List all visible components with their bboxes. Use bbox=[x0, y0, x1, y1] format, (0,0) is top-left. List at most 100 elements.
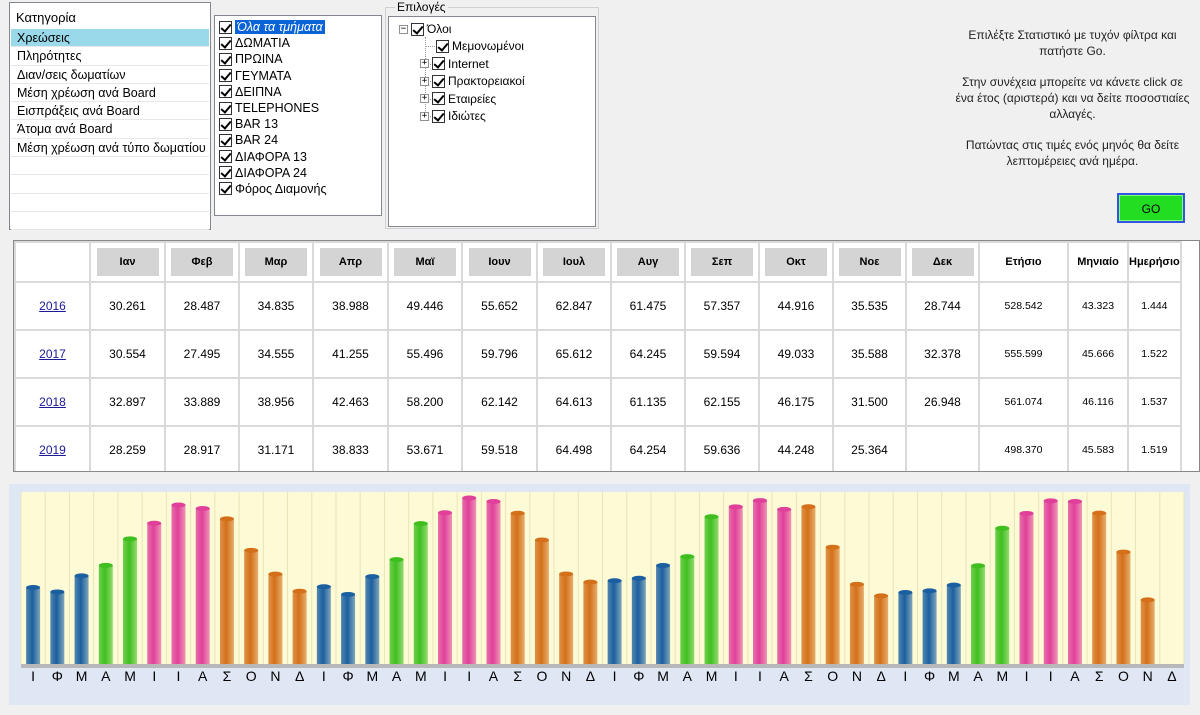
bar[interactable] bbox=[316, 586, 331, 664]
bar[interactable] bbox=[171, 505, 186, 664]
checkbox[interactable] bbox=[219, 69, 232, 83]
value-cell[interactable]: 59.594 bbox=[684, 329, 760, 379]
expand-icon[interactable]: + bbox=[420, 111, 429, 121]
checkbox[interactable] bbox=[219, 52, 232, 66]
bar[interactable] bbox=[195, 508, 210, 664]
year-link[interactable]: 2017 bbox=[39, 347, 66, 361]
value-cell[interactable]: 65.612 bbox=[536, 329, 612, 379]
column-header[interactable]: Αυγ bbox=[610, 241, 686, 283]
bar[interactable] bbox=[752, 500, 767, 664]
value-cell[interactable]: 30.261 bbox=[89, 281, 166, 331]
bar[interactable] bbox=[1067, 501, 1082, 664]
bar[interactable] bbox=[728, 506, 743, 664]
bar[interactable] bbox=[50, 591, 65, 664]
column-header[interactable]: Φεβ bbox=[164, 241, 240, 283]
year-link[interactable]: 2018 bbox=[39, 395, 66, 409]
value-cell[interactable]: 49.033 bbox=[758, 329, 834, 379]
tree-child[interactable]: + Internet bbox=[420, 56, 489, 72]
department-item[interactable]: ΔΩΜΑΤΙΑ bbox=[215, 35, 381, 51]
value-cell[interactable]: 28.487 bbox=[164, 281, 240, 331]
value-cell[interactable]: 62.847 bbox=[536, 281, 612, 331]
tree-child[interactable]: + Πρακτορειακοί bbox=[420, 73, 525, 89]
column-header[interactable]: Μαϊ bbox=[387, 241, 463, 283]
bar[interactable] bbox=[922, 590, 937, 664]
department-item[interactable]: ΠΡΩΙΝΑ bbox=[215, 51, 381, 67]
collapse-icon[interactable]: − bbox=[399, 24, 408, 34]
bar[interactable] bbox=[413, 523, 428, 664]
tree-root[interactable]: − Όλοι bbox=[399, 21, 451, 37]
bar[interactable] bbox=[1140, 599, 1155, 664]
column-header[interactable]: Μηνιαίο bbox=[1067, 241, 1129, 283]
bar[interactable] bbox=[74, 575, 89, 664]
expand-icon[interactable]: + bbox=[420, 94, 429, 103]
category-item[interactable]: Πληρότητες bbox=[11, 47, 209, 66]
bar[interactable] bbox=[849, 584, 864, 664]
category-item[interactable]: Άτομα ανά Board bbox=[11, 120, 209, 139]
checkbox[interactable] bbox=[219, 150, 232, 164]
value-cell[interactable]: 32.378 bbox=[905, 329, 980, 379]
value-cell[interactable]: 31.500 bbox=[832, 377, 907, 427]
column-header[interactable]: Ιουν bbox=[461, 241, 538, 283]
value-cell[interactable] bbox=[905, 425, 980, 471]
category-item[interactable]: Μέση χρέωση ανά Board bbox=[11, 84, 209, 103]
year-link[interactable]: 2016 bbox=[39, 299, 66, 313]
department-item[interactable]: TELEPHONES bbox=[215, 100, 381, 116]
value-cell[interactable]: 42.463 bbox=[312, 377, 389, 427]
expand-icon[interactable]: + bbox=[420, 59, 429, 68]
value-cell[interactable]: 1.444 bbox=[1127, 281, 1182, 331]
checkbox[interactable] bbox=[432, 92, 445, 105]
bar[interactable] bbox=[1092, 513, 1107, 664]
value-cell[interactable]: 35.535 bbox=[832, 281, 907, 331]
bar[interactable] bbox=[607, 580, 622, 664]
bar[interactable] bbox=[486, 501, 501, 664]
value-cell[interactable]: 59.796 bbox=[461, 329, 538, 379]
column-header[interactable]: Ιουλ bbox=[536, 241, 612, 283]
value-cell[interactable]: 59.518 bbox=[461, 425, 538, 471]
bar[interactable] bbox=[583, 582, 598, 664]
bar[interactable] bbox=[123, 538, 138, 664]
column-header[interactable]: Απρ bbox=[312, 241, 389, 283]
bar[interactable] bbox=[1043, 500, 1058, 664]
checkbox[interactable] bbox=[219, 117, 232, 131]
department-item[interactable]: ΓΕΥΜΑΤΑ bbox=[215, 68, 381, 84]
bar[interactable] bbox=[801, 506, 816, 664]
value-cell[interactable]: 41.255 bbox=[312, 329, 389, 379]
bar[interactable] bbox=[1116, 552, 1131, 664]
department-item[interactable]: Φόρος Διαμονής bbox=[215, 181, 381, 197]
value-cell[interactable]: 58.200 bbox=[387, 377, 463, 427]
value-cell[interactable]: 31.171 bbox=[238, 425, 314, 471]
bar[interactable] bbox=[946, 585, 961, 664]
category-item[interactable]: Διαν/σεις δωματίων bbox=[11, 66, 209, 84]
value-cell[interactable]: 55.496 bbox=[387, 329, 463, 379]
value-cell[interactable]: 28.917 bbox=[164, 425, 240, 471]
category-item[interactable]: Μέση χρέωση ανά τύπο δωματίου bbox=[11, 139, 209, 158]
value-cell[interactable]: 43.323 bbox=[1067, 281, 1129, 331]
checkbox[interactable] bbox=[432, 57, 445, 70]
value-cell[interactable]: 33.889 bbox=[164, 377, 240, 427]
bar[interactable] bbox=[704, 516, 719, 664]
value-cell[interactable]: 44.916 bbox=[758, 281, 834, 331]
value-cell[interactable]: 64.498 bbox=[536, 425, 612, 471]
value-cell[interactable]: 61.475 bbox=[610, 281, 686, 331]
value-cell[interactable]: 45.666 bbox=[1067, 329, 1129, 379]
checkbox[interactable] bbox=[219, 166, 232, 180]
value-cell[interactable]: 34.555 bbox=[238, 329, 314, 379]
checkbox[interactable] bbox=[219, 36, 232, 50]
bar[interactable] bbox=[341, 594, 356, 664]
value-cell[interactable]: 55.652 bbox=[461, 281, 538, 331]
checkbox[interactable] bbox=[432, 74, 445, 88]
value-cell[interactable]: 38.956 bbox=[238, 377, 314, 427]
bar[interactable] bbox=[1019, 513, 1034, 664]
value-cell[interactable]: 49.446 bbox=[387, 281, 463, 331]
value-cell[interactable]: 30.554 bbox=[89, 329, 166, 379]
bar[interactable] bbox=[389, 559, 404, 664]
bar[interactable] bbox=[462, 498, 477, 664]
value-cell[interactable]: 61.135 bbox=[610, 377, 686, 427]
bar[interactable] bbox=[559, 573, 574, 664]
department-item[interactable]: ΔΙΑΦΟΡΑ 13 bbox=[215, 149, 381, 165]
checkbox[interactable] bbox=[219, 133, 232, 147]
column-header[interactable]: Μαρ bbox=[238, 241, 314, 283]
expand-icon[interactable]: + bbox=[420, 76, 429, 86]
value-cell[interactable]: 498.370 bbox=[978, 425, 1069, 471]
value-cell[interactable]: 46.175 bbox=[758, 377, 834, 427]
